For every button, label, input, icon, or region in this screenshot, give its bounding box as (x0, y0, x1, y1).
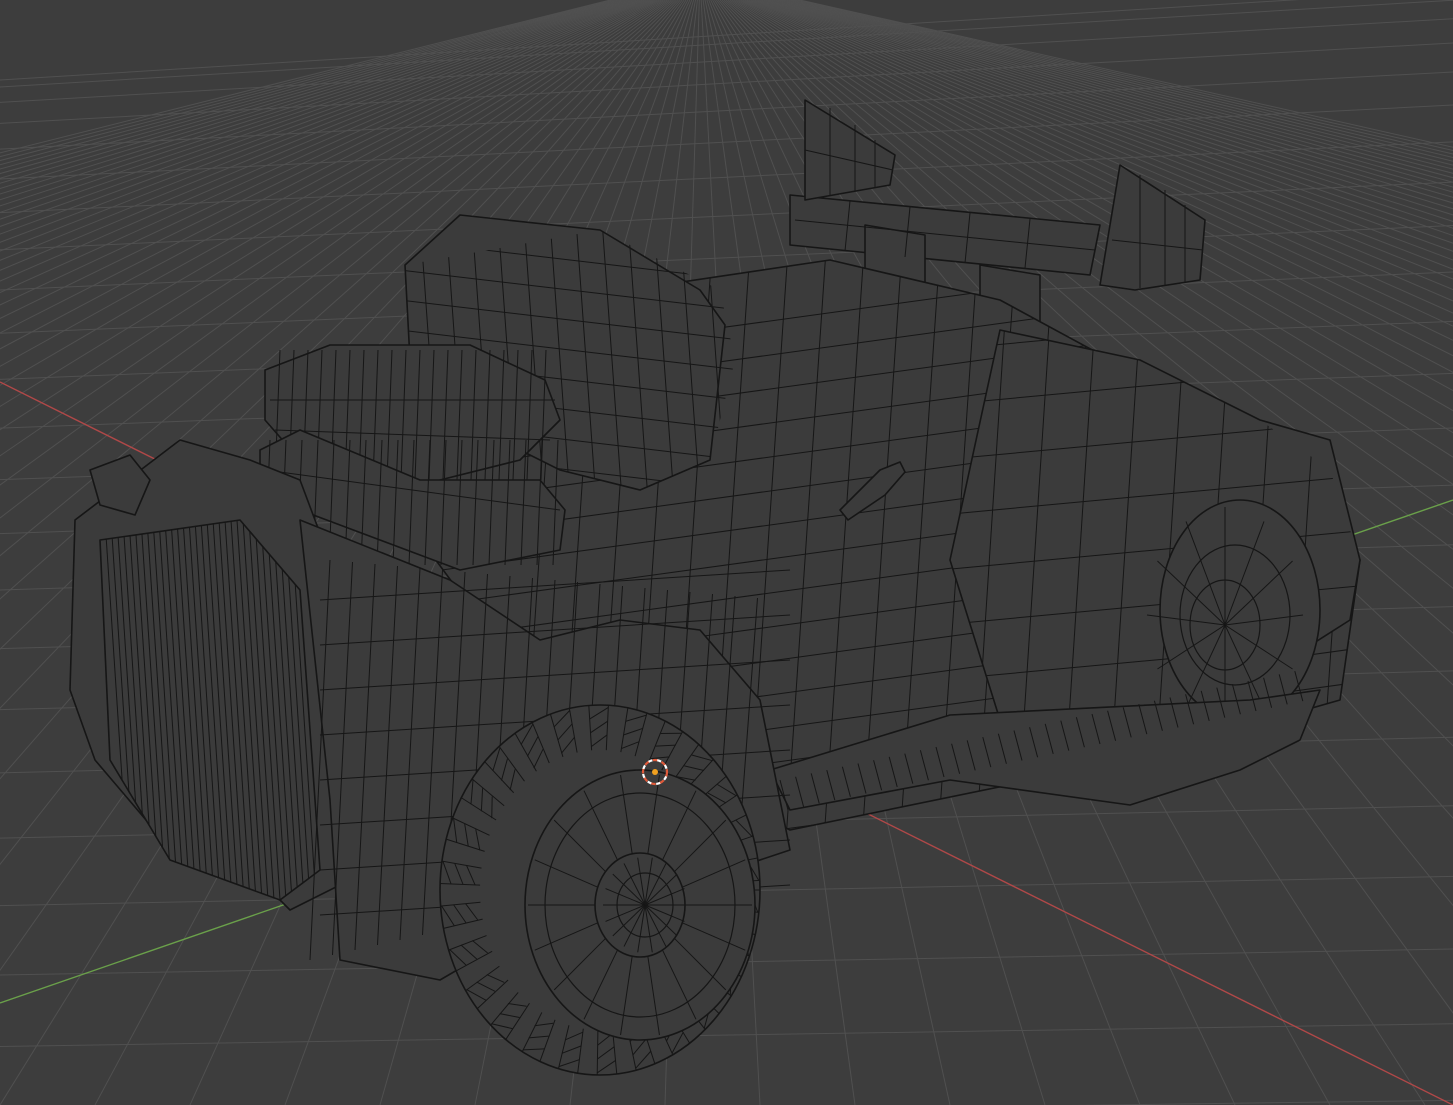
object-origin-dot (652, 769, 658, 775)
3d-viewport[interactable] (0, 0, 1453, 1105)
viewport-canvas[interactable] (0, 0, 1453, 1105)
front-grille[interactable] (69, 439, 351, 911)
